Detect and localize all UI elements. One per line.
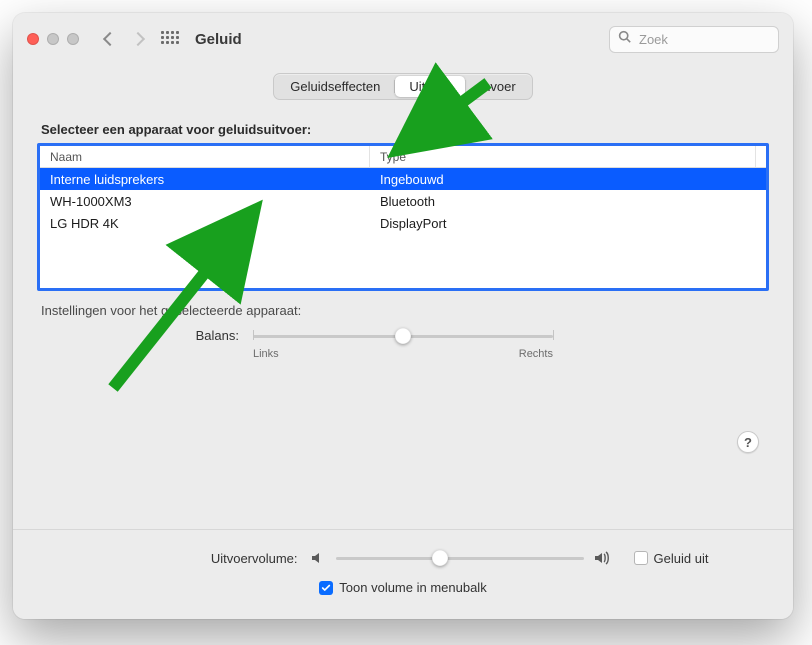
show-all-prefs-button[interactable] <box>161 31 177 47</box>
footer: Uitvoervolume: <box>13 529 793 619</box>
device-name: Interne luidsprekers <box>40 172 370 187</box>
output-device-prompt: Selecteer een apparaat voor geluidsuitvo… <box>41 122 765 137</box>
zoom-window-button[interactable] <box>67 33 79 45</box>
window-title: Geluid <box>195 31 242 48</box>
output-device-table[interactable]: Naam Type Interne luidsprekers Ingebouwd… <box>37 143 769 291</box>
forward-button[interactable] <box>131 32 145 46</box>
mute-checkbox[interactable] <box>634 551 648 565</box>
toolbar: Geluid <box>13 13 793 65</box>
table-row[interactable]: Interne luidsprekers Ingebouwd <box>40 168 766 190</box>
sound-preferences-window: Geluid Geluidseffecten Uitvoer Invoer Se… <box>13 13 793 619</box>
balance-right-label: Rechts <box>519 348 553 360</box>
volume-high-icon <box>594 550 610 566</box>
balance-slider-knob[interactable] <box>395 328 411 344</box>
output-volume-slider[interactable] <box>336 550 584 566</box>
window-controls <box>27 33 79 45</box>
table-row[interactable]: WH-1000XM3 Bluetooth <box>40 190 766 212</box>
balance-row: Balans: Links Rechts <box>37 328 769 360</box>
minimize-window-button[interactable] <box>47 33 59 45</box>
show-volume-menubar-row: Toon volume in menubalk <box>37 580 769 595</box>
balance-slider[interactable] <box>253 328 553 344</box>
table-header: Naam Type <box>40 146 766 168</box>
selected-device-settings-label: Instellingen voor het geselecteerde appa… <box>41 303 765 318</box>
device-type: Ingebouwd <box>370 172 766 187</box>
volume-low-icon <box>310 550 326 566</box>
mute-checkbox-row: Geluid uit <box>634 551 709 566</box>
tab-sound-effects[interactable]: Geluidseffecten <box>276 76 394 97</box>
search-icon <box>618 30 631 48</box>
mute-label: Geluid uit <box>654 551 709 566</box>
output-volume-row: Uitvoervolume: <box>37 550 769 566</box>
device-name: WH-1000XM3 <box>40 194 370 209</box>
back-button[interactable] <box>103 32 117 46</box>
tab-segmented-control: Geluidseffecten Uitvoer Invoer <box>273 73 532 100</box>
show-volume-menubar-checkbox[interactable] <box>319 581 333 595</box>
help-button[interactable]: ? <box>737 431 759 453</box>
search-input[interactable] <box>637 31 770 48</box>
device-type: DisplayPort <box>370 216 766 231</box>
search-box[interactable] <box>609 26 779 53</box>
column-header-type[interactable]: Type <box>370 146 756 167</box>
device-type: Bluetooth <box>370 194 766 209</box>
output-volume-slider-knob[interactable] <box>432 550 448 566</box>
column-header-name[interactable]: Naam <box>40 146 370 167</box>
nav-arrows <box>105 34 143 44</box>
tab-output[interactable]: Uitvoer <box>395 76 464 97</box>
show-volume-menubar-label: Toon volume in menubalk <box>339 580 486 595</box>
balance-left-label: Links <box>253 348 279 360</box>
close-window-button[interactable] <box>27 33 39 45</box>
balance-label: Balans: <box>39 328 239 343</box>
content-area: Geluidseffecten Uitvoer Invoer Selecteer… <box>13 65 793 380</box>
device-name: LG HDR 4K <box>40 216 370 231</box>
output-volume-label: Uitvoervolume: <box>98 551 298 566</box>
table-row[interactable]: LG HDR 4K DisplayPort <box>40 212 766 234</box>
tab-input[interactable]: Invoer <box>466 76 530 97</box>
